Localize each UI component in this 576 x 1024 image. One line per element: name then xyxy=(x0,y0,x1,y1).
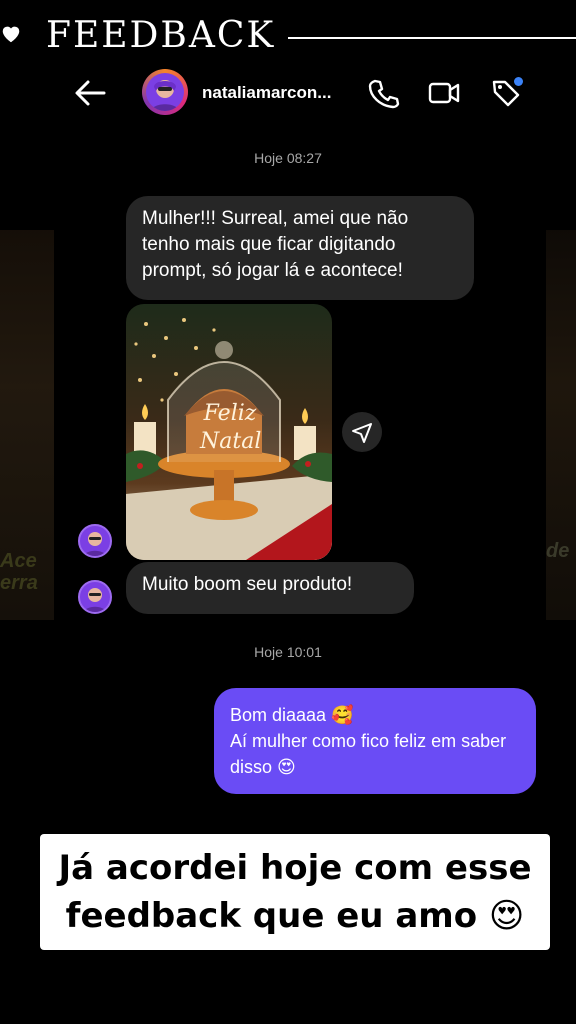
avatar[interactable] xyxy=(78,524,112,558)
timestamp: Hoje 08:27 xyxy=(254,150,322,166)
background-text-left: Ace erra xyxy=(0,550,38,594)
incoming-message[interactable]: Muito boom seu produto! xyxy=(126,562,414,614)
shared-image[interactable]: Feliz Natal xyxy=(126,304,332,560)
username[interactable]: nataliamarcon... xyxy=(202,82,331,104)
heart-icon xyxy=(2,26,20,43)
banner-title: FEEDBACK xyxy=(46,15,276,56)
incoming-message[interactable]: Mulher!!! Surreal, amei que não tenho ma… xyxy=(126,196,474,300)
image-text-feliz: Feliz xyxy=(203,401,257,426)
video-icon[interactable] xyxy=(427,76,461,110)
banner-divider xyxy=(288,37,576,39)
avatar[interactable] xyxy=(78,580,112,614)
avatar[interactable] xyxy=(142,69,188,115)
image-text-natal: Natal xyxy=(200,429,262,454)
outgoing-message[interactable]: Bom diaaaa 🥰 Aí mulher como fico feliz e… xyxy=(214,688,536,794)
share-button[interactable] xyxy=(342,412,382,452)
arrow-left-icon[interactable] xyxy=(72,78,108,108)
outgoing-message-line: Bom diaaaa 🥰 xyxy=(230,705,354,725)
send-icon xyxy=(352,423,372,443)
notification-dot xyxy=(514,77,523,86)
story-caption: Já acordei hoje com esse feedback que eu… xyxy=(40,834,550,950)
timestamp: Hoje 10:01 xyxy=(254,644,322,660)
background-text-right: de xyxy=(546,540,570,562)
outgoing-message-line: Aí mulher como fico feliz em saber disso… xyxy=(230,731,507,777)
phone-icon[interactable] xyxy=(366,76,400,110)
